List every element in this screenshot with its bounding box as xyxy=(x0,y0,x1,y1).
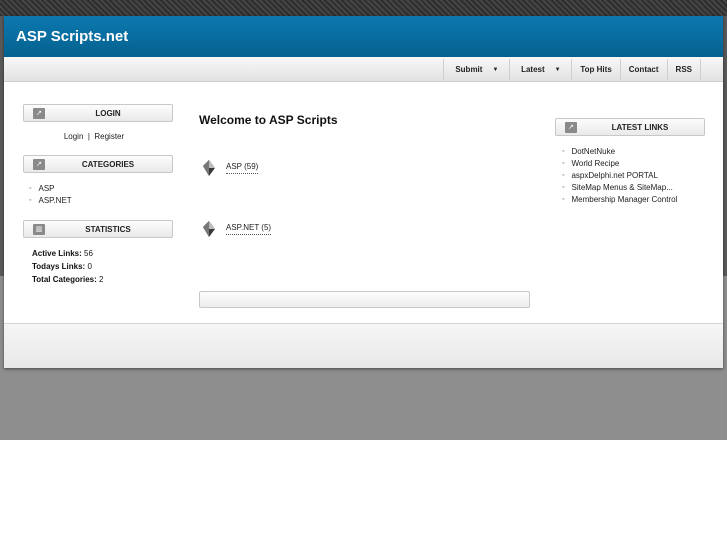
stat-label: Todays Links: xyxy=(32,262,86,271)
folder-icon xyxy=(203,221,215,237)
arrow-icon: ↗ xyxy=(33,159,45,170)
top-pattern-strip xyxy=(0,0,727,16)
login-link[interactable]: Login xyxy=(64,132,84,141)
login-box-title: LOGIN xyxy=(95,109,121,118)
latest-links-box-title: LATEST LINKS xyxy=(611,123,669,132)
bullet-icon: ◦ xyxy=(562,196,565,203)
stat-value: 2 xyxy=(98,275,104,284)
statistics-box-title: STATISTICS xyxy=(85,225,131,234)
list-item: ◦ World Recipe xyxy=(562,159,677,168)
stat-row: Total Categories: 2 xyxy=(32,275,103,284)
login-box-header: ↗ LOGIN xyxy=(23,104,173,122)
stats-icon: ▥ xyxy=(33,224,45,235)
nav-latest-label: Latest xyxy=(521,65,545,74)
latest-link[interactable]: Membership Manager Control xyxy=(571,195,677,204)
separator: | xyxy=(87,132,90,141)
nav-rss[interactable]: RSS xyxy=(668,59,701,80)
page-title: Welcome to ASP Scripts xyxy=(199,113,338,127)
stat-row: Todays Links: 0 xyxy=(32,262,103,271)
main-nav: Submit ▼ Latest ▼ Top Hits Contact RSS xyxy=(443,59,701,80)
bullet-icon: ◦ xyxy=(29,197,32,204)
register-link[interactable]: Register xyxy=(94,132,124,141)
nav-contact[interactable]: Contact xyxy=(621,59,668,80)
folder-icon xyxy=(203,160,215,176)
latest-link[interactable]: DotNetNuke xyxy=(571,147,615,156)
categories-box-header: ↗ CATEGORIES xyxy=(23,155,173,173)
latest-links-list: ◦ DotNetNuke ◦ World Recipe ◦ aspxDelphi… xyxy=(562,147,677,207)
latest-link[interactable]: aspxDelphi.net PORTAL xyxy=(571,171,657,180)
content-footer-bar xyxy=(199,291,530,308)
latest-links-box-header: ↗ LATEST LINKS xyxy=(555,118,705,136)
category-row: ASP (59) xyxy=(201,159,259,177)
stat-label: Total Categories: xyxy=(32,275,97,284)
site-title[interactable]: ASP Scripts.net xyxy=(16,28,128,45)
page-footer xyxy=(4,323,723,368)
categories-box-title: CATEGORIES xyxy=(81,160,135,169)
bullet-icon: ◦ xyxy=(562,184,565,191)
nav-top-hits[interactable]: Top Hits xyxy=(572,59,621,80)
list-item: ◦ Membership Manager Control xyxy=(562,195,677,204)
stat-label: Active Links: xyxy=(32,249,82,258)
bullet-icon: ◦ xyxy=(562,148,565,155)
statistics-list: Active Links: 56 Todays Links: 0 Total C… xyxy=(32,249,103,288)
list-item: ◦ aspxDelphi.net PORTAL xyxy=(562,171,677,180)
stat-value: 56 xyxy=(84,249,93,258)
bullet-icon: ◦ xyxy=(562,160,565,167)
latest-link[interactable]: SiteMap Menus & SiteMap... xyxy=(571,183,672,192)
latest-link[interactable]: World Recipe xyxy=(571,159,619,168)
arrow-icon: ↗ xyxy=(565,122,577,133)
site-header: ASP Scripts.net xyxy=(4,16,723,57)
stat-value: 0 xyxy=(87,262,92,271)
list-item: ◦ DotNetNuke xyxy=(562,147,677,156)
arrow-icon: ↗ xyxy=(33,108,45,119)
category-link-aspnet[interactable]: ASP.NET xyxy=(38,196,71,205)
chevron-down-icon: ▼ xyxy=(492,66,499,73)
stat-row: Active Links: 56 xyxy=(32,249,103,258)
nav-submit-label: Submit xyxy=(455,65,483,74)
category-link-asp[interactable]: ASP (59) xyxy=(226,162,259,174)
login-register-line: Login | Register xyxy=(19,132,169,141)
nav-bar: Submit ▼ Latest ▼ Top Hits Contact RSS xyxy=(4,57,723,82)
category-link-asp[interactable]: ASP xyxy=(38,184,54,193)
list-item: ◦ ASP.NET xyxy=(29,196,72,205)
bullet-icon: ◦ xyxy=(562,172,565,179)
statistics-box-header: ▥ STATISTICS xyxy=(23,220,173,238)
list-item: ◦ SiteMap Menus & SiteMap... xyxy=(562,183,677,192)
chevron-down-icon: ▼ xyxy=(554,66,561,73)
category-link-aspnet[interactable]: ASP.NET (5) xyxy=(226,223,272,235)
nav-latest[interactable]: Latest ▼ xyxy=(510,59,573,80)
nav-submit[interactable]: Submit ▼ xyxy=(444,59,511,80)
list-item: ◦ ASP xyxy=(29,184,72,193)
category-list: ◦ ASP ◦ ASP.NET xyxy=(29,184,72,208)
category-row: ASP.NET (5) xyxy=(201,220,272,238)
bullet-icon: ◦ xyxy=(29,185,32,192)
